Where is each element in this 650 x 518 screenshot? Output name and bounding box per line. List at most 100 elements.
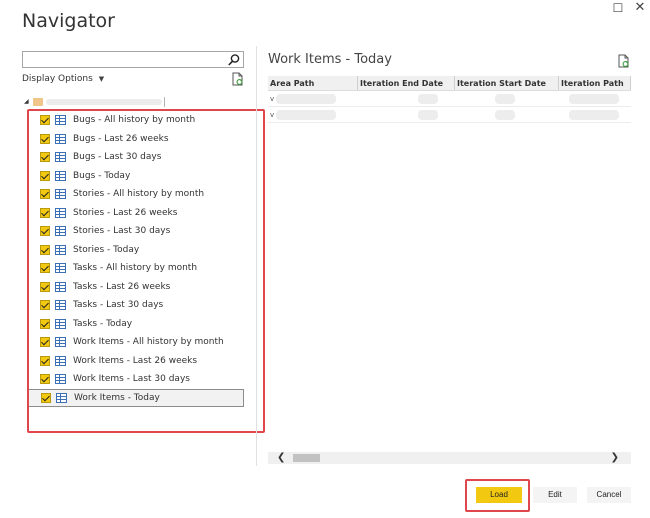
search-icon[interactable] xyxy=(227,53,241,67)
table-icon xyxy=(55,170,66,181)
table-row: v xyxy=(268,107,631,123)
list-item[interactable]: Tasks - Last 26 weeks xyxy=(28,278,244,297)
table-icon xyxy=(55,207,66,218)
checkbox-icon[interactable] xyxy=(40,300,50,311)
blurred-cell-value xyxy=(418,110,438,120)
table-cell xyxy=(559,91,631,106)
list-item[interactable]: Bugs - All history by month xyxy=(28,111,244,130)
list-item-label: Stories - Last 26 weeks xyxy=(73,207,178,218)
table-icon xyxy=(55,189,66,200)
checkbox-icon[interactable] xyxy=(40,244,50,255)
display-options-dropdown[interactable]: Display Options ▼ xyxy=(22,74,104,84)
table-icon xyxy=(55,152,66,163)
table-cell: v xyxy=(268,107,358,122)
table-icon xyxy=(55,281,66,292)
checkbox-icon[interactable] xyxy=(40,152,50,163)
table-cell xyxy=(358,107,455,122)
list-item-label: Stories - All history by month xyxy=(73,189,205,200)
checkbox-icon[interactable] xyxy=(40,170,50,181)
list-item-label: Tasks - All history by month xyxy=(73,263,198,274)
list-item[interactable]: Tasks - Last 30 days xyxy=(28,296,244,315)
table-icon xyxy=(55,244,66,255)
scroll-right-icon[interactable]: ❯ xyxy=(611,452,619,464)
table-icon xyxy=(55,115,66,126)
pane-divider xyxy=(256,46,257,466)
table-cell xyxy=(358,91,455,106)
blurred-cell-value xyxy=(495,110,515,120)
table-icon xyxy=(55,226,66,237)
edit-button[interactable]: Edit xyxy=(533,487,577,503)
list-item-label: Bugs - Today xyxy=(73,170,131,181)
table-cell xyxy=(455,91,559,106)
column-header[interactable]: Iteration Start Date xyxy=(455,76,559,90)
load-button[interactable]: Load xyxy=(476,487,522,503)
display-options-label: Display Options xyxy=(22,74,93,84)
checkbox-icon[interactable] xyxy=(40,318,50,329)
table-header: Area Path Iteration End Date Iteration Sta… xyxy=(268,76,631,91)
list-item-label: Bugs - All history by month xyxy=(73,115,196,126)
table-cell: v xyxy=(268,91,358,106)
scroll-left-icon[interactable]: ❮ xyxy=(277,452,285,464)
list-item[interactable]: Bugs - Last 30 days xyxy=(28,148,244,167)
checkbox-icon[interactable] xyxy=(40,263,50,274)
checkbox-icon[interactable] xyxy=(40,337,50,348)
list-item-label: Stories - Last 30 days xyxy=(73,226,171,237)
list-item-label: Work Items - Last 26 weeks xyxy=(73,355,198,366)
list-item[interactable]: Work Items - Last 30 days xyxy=(28,370,244,389)
column-header[interactable]: Iteration Path xyxy=(559,76,631,90)
list-item[interactable]: Bugs - Today xyxy=(28,167,244,186)
checkbox-icon[interactable] xyxy=(40,115,50,126)
list-item[interactable]: Tasks - All history by month xyxy=(28,259,244,278)
blurred-source-name xyxy=(46,99,162,105)
checkbox-icon[interactable] xyxy=(40,133,50,144)
list-item[interactable]: Stories - All history by month xyxy=(28,185,244,204)
checkbox-icon[interactable] xyxy=(40,281,50,292)
table-icon xyxy=(55,263,66,274)
list-item[interactable]: Stories - Today xyxy=(28,241,244,260)
list-item[interactable]: Bugs - Last 26 weeks xyxy=(28,130,244,149)
list-item-label: Tasks - Last 26 weeks xyxy=(73,281,171,292)
checkbox-icon[interactable] xyxy=(40,189,50,200)
table-icon xyxy=(55,133,66,144)
list-item-label: Work Items - Today xyxy=(74,392,160,403)
navigator-item-list: Bugs - All history by month Bugs - Last 2… xyxy=(28,111,244,407)
list-item-label: Work Items - All history by month xyxy=(73,337,224,348)
checkbox-icon[interactable] xyxy=(40,226,50,237)
scroll-thumb[interactable] xyxy=(293,454,320,462)
list-item-label: Bugs - Last 26 weeks xyxy=(73,133,169,144)
preview-title: Work Items - Today xyxy=(268,52,392,67)
list-item-label: Tasks - Today xyxy=(73,318,133,329)
table-row: v xyxy=(268,91,631,107)
horizontal-scrollbar[interactable]: ❮ ❯ xyxy=(268,452,631,464)
column-header[interactable]: Area Path xyxy=(268,76,358,90)
refresh-icon[interactable] xyxy=(618,54,630,68)
refresh-icon[interactable] xyxy=(232,72,244,86)
checkbox-icon[interactable] xyxy=(40,355,50,366)
close-icon[interactable]: ✕ xyxy=(631,0,649,16)
cancel-button[interactable]: Cancel xyxy=(587,487,631,503)
table-icon xyxy=(56,392,67,403)
search-input[interactable] xyxy=(22,51,244,68)
checkbox-icon[interactable] xyxy=(41,392,51,403)
list-item-label: Stories - Today xyxy=(73,244,140,255)
expand-arrow-icon[interactable]: ◢ xyxy=(24,98,29,105)
list-item[interactable]: Work Items - All history by month xyxy=(28,333,244,352)
window-title: Navigator xyxy=(22,10,115,32)
table-cell xyxy=(559,107,631,122)
list-item[interactable]: Stories - Last 30 days xyxy=(28,222,244,241)
list-item[interactable]: Tasks - Today xyxy=(28,315,244,334)
maximize-icon[interactable]: ☐ xyxy=(609,0,627,16)
checkbox-icon[interactable] xyxy=(40,374,50,385)
preview-table: Area Path Iteration End Date Iteration Sta… xyxy=(268,76,631,124)
blurred-cell-value xyxy=(276,94,336,104)
table-icon xyxy=(55,355,66,366)
table-icon xyxy=(55,337,66,348)
column-header[interactable]: Iteration End Date xyxy=(358,76,455,90)
list-item[interactable]: Work Items - Last 26 weeks xyxy=(28,352,244,371)
blurred-cell-value xyxy=(418,94,438,104)
list-item[interactable]: Stories - Last 26 weeks xyxy=(28,204,244,223)
blurred-cell-value xyxy=(495,94,515,104)
list-item[interactable]: Work Items - Today xyxy=(28,388,244,407)
tree-root-node[interactable]: ◢ xyxy=(24,97,165,107)
checkbox-icon[interactable] xyxy=(40,207,50,218)
